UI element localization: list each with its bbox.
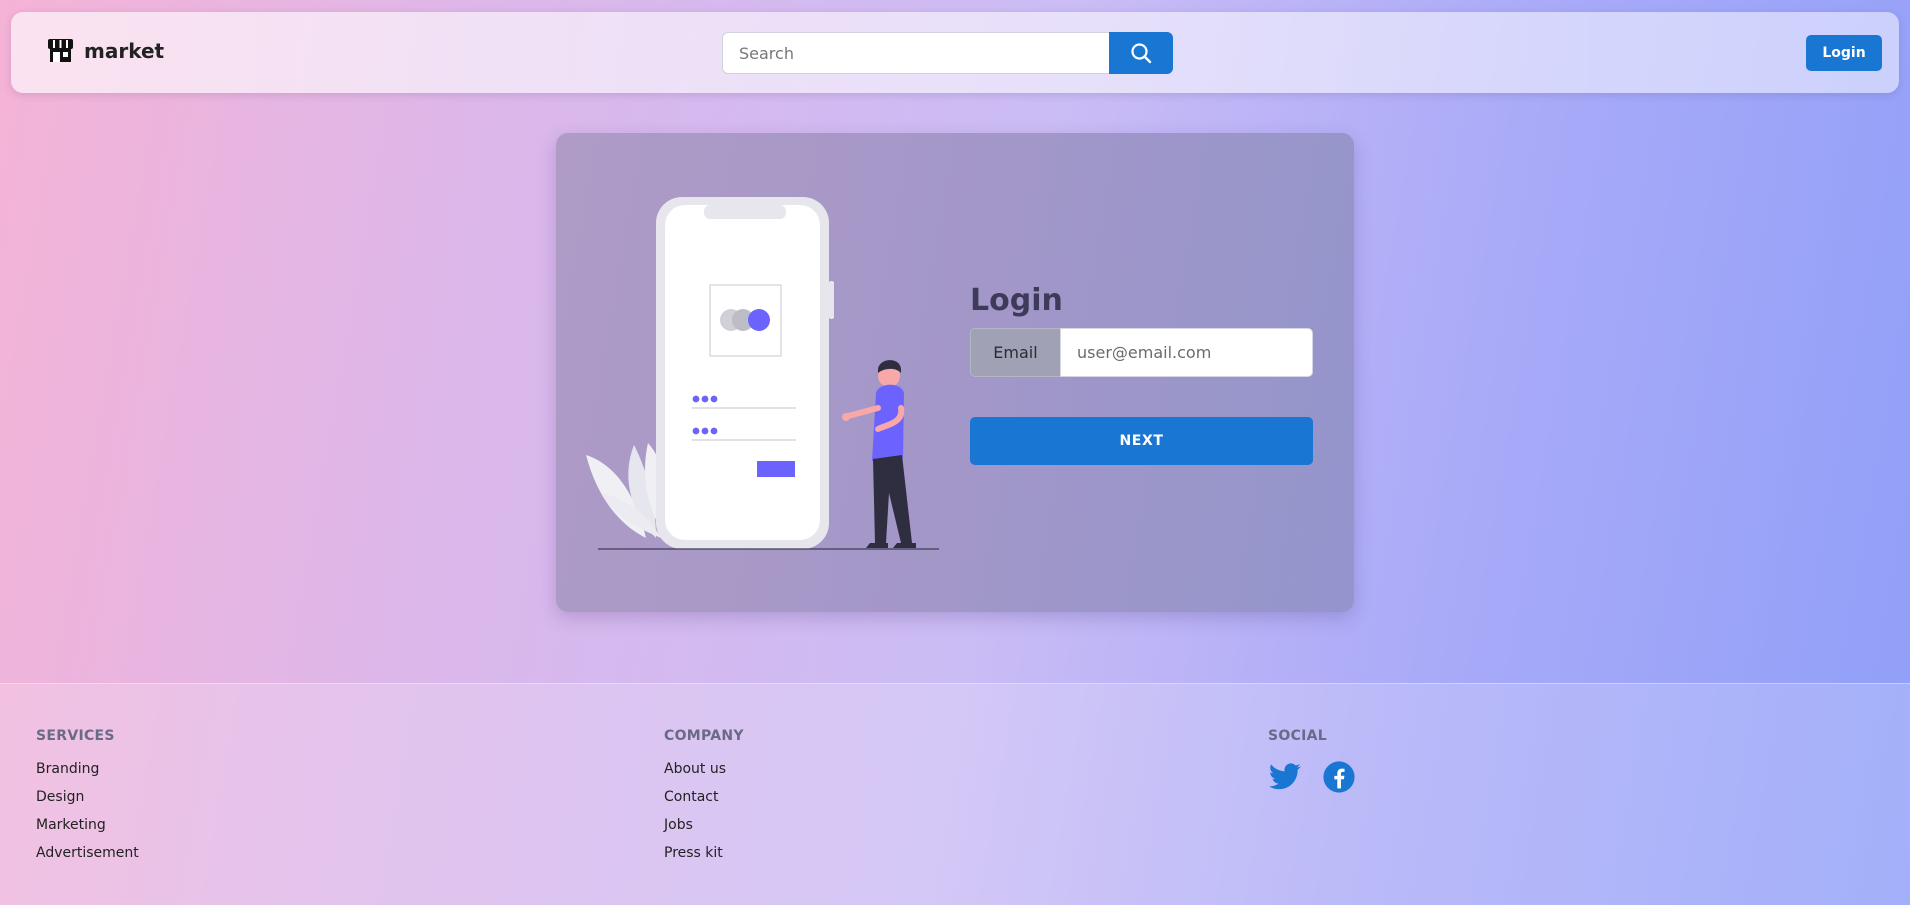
twitter-link[interactable] <box>1268 760 1302 794</box>
footer: SERVICES Branding Design Marketing Adver… <box>0 683 1910 905</box>
search-icon <box>1131 43 1152 64</box>
footer-link-jobs[interactable]: Jobs <box>664 817 744 834</box>
social-links <box>1268 760 1356 794</box>
email-field[interactable] <box>1060 328 1313 377</box>
footer-company-title: COMPANY <box>664 728 744 744</box>
search-input[interactable] <box>722 32 1109 74</box>
footer-link-about-us[interactable]: About us <box>664 761 744 778</box>
brand-name: market <box>84 38 165 63</box>
next-button[interactable]: NEXT <box>970 417 1313 465</box>
login-card: Login Email NEXT <box>556 133 1354 612</box>
footer-services: SERVICES Branding Design Marketing Adver… <box>36 728 139 873</box>
footer-social-title: SOCIAL <box>1268 728 1328 744</box>
footer-link-advertisement[interactable]: Advertisement <box>36 845 139 862</box>
footer-link-design[interactable]: Design <box>36 789 139 806</box>
person-illustration <box>842 360 916 548</box>
header-login-button[interactable]: Login <box>1806 35 1882 71</box>
twitter-icon <box>1268 763 1301 790</box>
footer-link-contact[interactable]: Contact <box>664 789 744 806</box>
footer-link-marketing[interactable]: Marketing <box>36 817 139 834</box>
footer-company: COMPANY About us Contact Jobs Press kit <box>664 728 744 873</box>
store-icon <box>48 39 73 62</box>
email-input-group: Email <box>970 328 1313 377</box>
login-illustration <box>586 197 939 550</box>
login-title: Login <box>970 283 1063 318</box>
footer-social: SOCIAL <box>1268 728 1356 794</box>
brand[interactable]: market <box>47 37 164 64</box>
login-form: Login Email NEXT <box>970 283 1313 465</box>
email-label: Email <box>970 328 1060 377</box>
facebook-icon <box>1323 761 1355 793</box>
footer-link-branding[interactable]: Branding <box>36 761 139 778</box>
facebook-link[interactable] <box>1322 760 1356 794</box>
footer-link-press-kit[interactable]: Press kit <box>664 845 744 862</box>
phone-illustration <box>656 197 834 549</box>
top-navbar: market Login <box>11 12 1899 93</box>
search-button[interactable] <box>1109 32 1173 74</box>
footer-services-title: SERVICES <box>36 728 115 744</box>
search-bar <box>722 32 1173 74</box>
